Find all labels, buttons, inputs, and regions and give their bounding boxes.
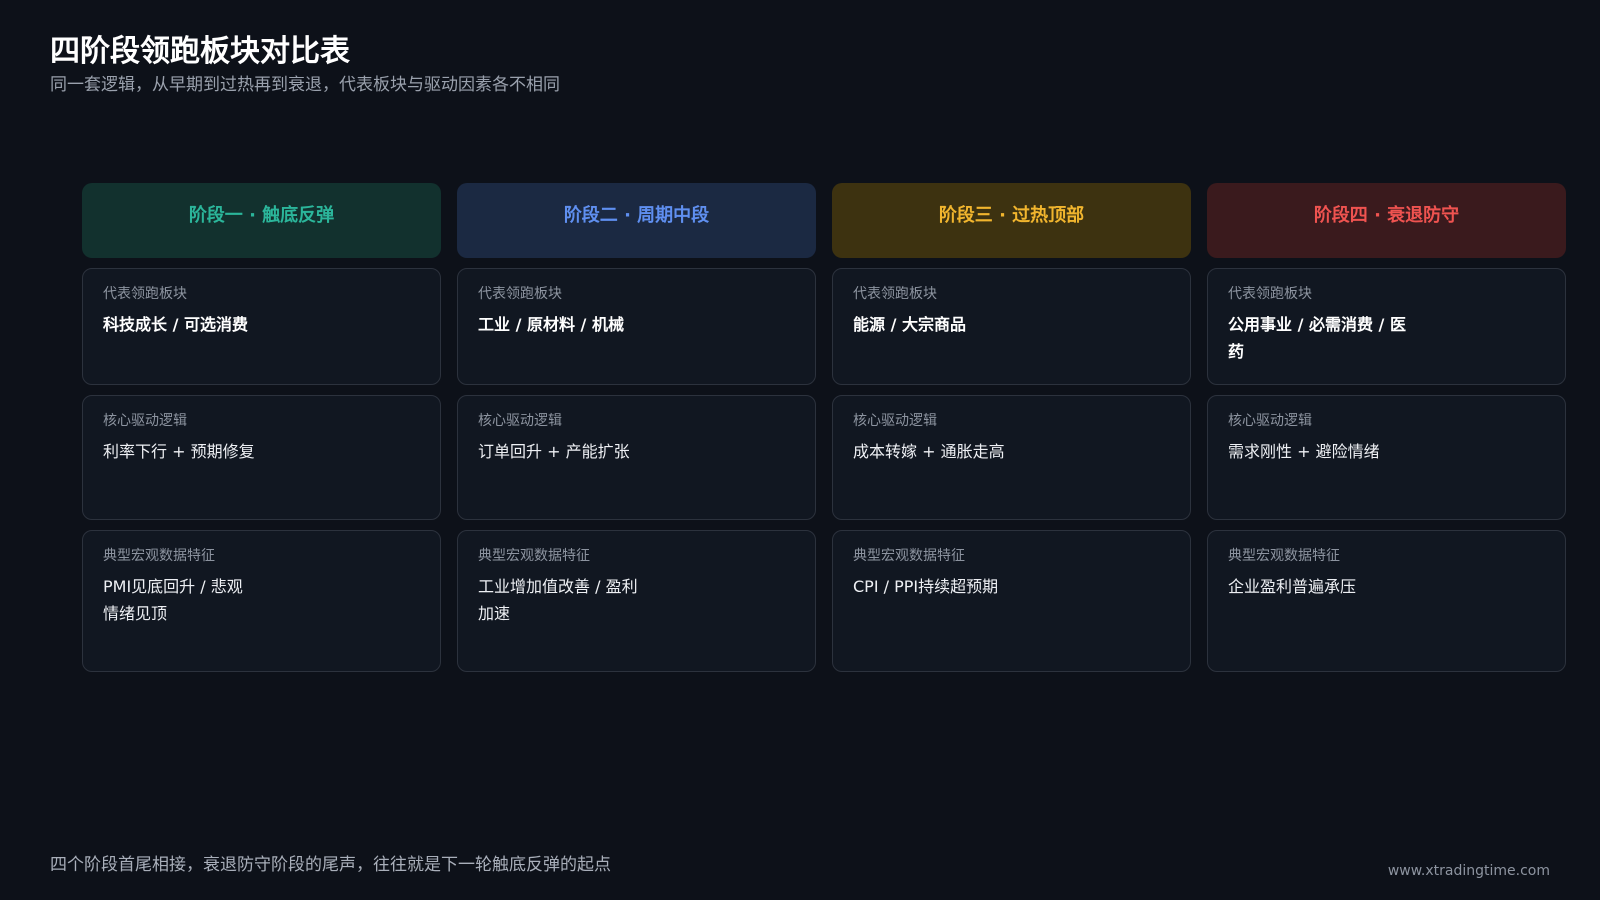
macro-value-2: 工业增加值改善 / 盈利加速	[478, 577, 638, 623]
sectors-card-1: 代表领跑板块 科技成长 / 可选消费	[82, 268, 441, 385]
macro-card-3: 典型宏观数据特征 CPI / PPI持续超预期	[832, 530, 1191, 672]
drivers-card-4: 核心驱动逻辑 需求刚性 + 避险情绪	[1207, 395, 1566, 520]
stage-comparison-grid: 阶段一 · 触底反弹 代表领跑板块 科技成长 / 可选消费 核心驱动逻辑 利率下…	[82, 183, 1566, 672]
stage-column-4: 阶段四 · 衰退防守 代表领跑板块 公用事业 / 必需消费 / 医药 核心驱动逻…	[1207, 183, 1566, 672]
macro-label: 典型宏观数据特征	[103, 548, 215, 564]
sectors-value-3: 能源 / 大宗商品	[853, 315, 966, 334]
sectors-card-2: 代表领跑板块 工业 / 原材料 / 机械	[457, 268, 816, 385]
sectors-card-4: 代表领跑板块 公用事业 / 必需消费 / 医药	[1207, 268, 1566, 385]
footer-url[interactable]: www.xtradingtime.com	[1388, 863, 1550, 879]
sectors-label: 代表领跑板块	[853, 286, 937, 302]
sectors-label: 代表领跑板块	[103, 286, 187, 302]
sectors-value-1: 科技成长 / 可选消费	[103, 315, 248, 334]
sectors-value-2: 工业 / 原材料 / 机械	[478, 315, 624, 334]
stage-header-3: 阶段三 · 过热顶部	[832, 183, 1191, 258]
drivers-label: 核心驱动逻辑	[853, 413, 937, 429]
drivers-label: 核心驱动逻辑	[1228, 413, 1312, 429]
stage-column-3: 阶段三 · 过热顶部 代表领跑板块 能源 / 大宗商品 核心驱动逻辑 成本转嫁 …	[832, 183, 1191, 672]
page-title: 四阶段领跑板块对比表	[50, 34, 350, 69]
drivers-value-1: 利率下行 + 预期修复	[103, 442, 255, 461]
sectors-label: 代表领跑板块	[1228, 286, 1312, 302]
macro-label: 典型宏观数据特征	[853, 548, 965, 564]
sectors-card-3: 代表领跑板块 能源 / 大宗商品	[832, 268, 1191, 385]
sectors-label: 代表领跑板块	[478, 286, 562, 302]
footer-note: 四个阶段首尾相接，衰退防守阶段的尾声，往往就是下一轮触底反弹的起点	[50, 855, 611, 875]
stage-column-2: 阶段二 · 周期中段 代表领跑板块 工业 / 原材料 / 机械 核心驱动逻辑 订…	[457, 183, 816, 672]
macro-label: 典型宏观数据特征	[1228, 548, 1340, 564]
drivers-value-2: 订单回升 + 产能扩张	[478, 442, 630, 461]
macro-value-4: 企业盈利普遍承压	[1228, 577, 1357, 596]
drivers-label: 核心驱动逻辑	[478, 413, 562, 429]
macro-value-3: CPI / PPI持续超预期	[853, 577, 999, 596]
stage-header-2: 阶段二 · 周期中段	[457, 183, 816, 258]
page-subtitle: 同一套逻辑，从早期到过热再到衰退，代表板块与驱动因素各不相同	[50, 75, 560, 95]
stage-column-1: 阶段一 · 触底反弹 代表领跑板块 科技成长 / 可选消费 核心驱动逻辑 利率下…	[82, 183, 441, 672]
drivers-card-3: 核心驱动逻辑 成本转嫁 + 通胀走高	[832, 395, 1191, 520]
drivers-value-3: 成本转嫁 + 通胀走高	[853, 442, 1005, 461]
macro-value-1: PMI见底回升 / 悲观情绪见顶	[103, 577, 243, 623]
stage-header-1: 阶段一 · 触底反弹	[82, 183, 441, 258]
macro-card-1: 典型宏观数据特征 PMI见底回升 / 悲观情绪见顶	[82, 530, 441, 672]
drivers-label: 核心驱动逻辑	[103, 413, 187, 429]
macro-card-4: 典型宏观数据特征 企业盈利普遍承压	[1207, 530, 1566, 672]
drivers-value-4: 需求刚性 + 避险情绪	[1228, 442, 1380, 461]
macro-label: 典型宏观数据特征	[478, 548, 590, 564]
macro-card-2: 典型宏观数据特征 工业增加值改善 / 盈利加速	[457, 530, 816, 672]
sectors-value-4: 公用事业 / 必需消费 / 医药	[1228, 315, 1406, 361]
stage-header-4: 阶段四 · 衰退防守	[1207, 183, 1566, 258]
drivers-card-2: 核心驱动逻辑 订单回升 + 产能扩张	[457, 395, 816, 520]
drivers-card-1: 核心驱动逻辑 利率下行 + 预期修复	[82, 395, 441, 520]
